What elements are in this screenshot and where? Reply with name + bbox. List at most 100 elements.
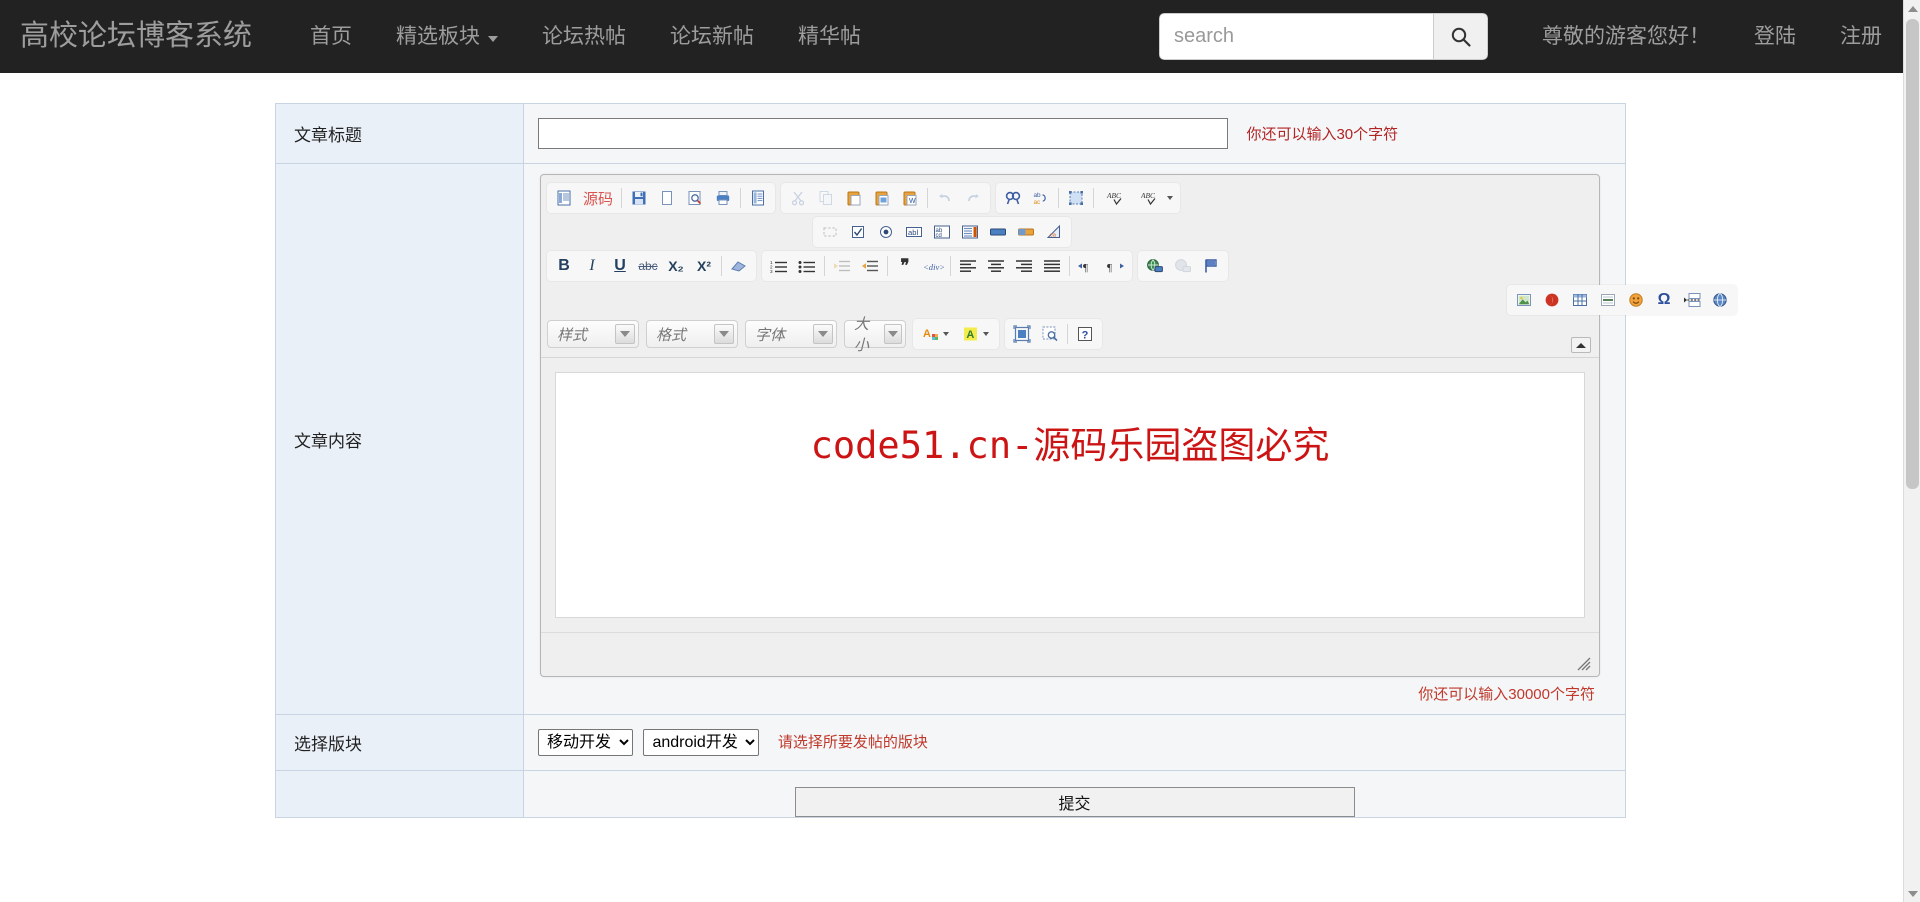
size-combo[interactable]: 大小 [844,316,906,354]
insert-flash-icon[interactable] [1538,287,1566,313]
toolbar-separator [721,256,722,276]
button-icon[interactable] [984,219,1012,245]
textarea-icon[interactable]: ab cd [928,219,956,245]
submit-button[interactable]: 提交 [794,787,1355,817]
board-primary-select[interactable]: 移动开发 [538,729,633,756]
insert-table-icon[interactable] [1566,287,1594,313]
checkbox-icon[interactable] [844,219,872,245]
undo-icon[interactable] [931,185,959,211]
italic-icon[interactable]: I [578,253,606,279]
subscript-icon[interactable]: X₂ [662,253,690,279]
new-page-icon[interactable] [653,185,681,211]
board-secondary-select[interactable]: android开发 [643,729,760,756]
hidden-field-icon[interactable]: ca [1040,219,1068,245]
radio-icon[interactable] [872,219,900,245]
chevron-down-icon [1167,196,1174,200]
insert-image-icon[interactable] [1510,287,1538,313]
scrollbar-thumb[interactable] [1906,19,1919,489]
nav-item-home[interactable]: 首页 [288,26,374,47]
find-icon[interactable] [999,185,1027,211]
paste-text-icon[interactable] [868,185,896,211]
save-icon[interactable] [625,185,653,211]
svg-text:ABC: ABC [1141,191,1155,200]
templates-icon[interactable] [744,185,772,211]
nav-item-featured-boards[interactable]: 精选板块 [374,26,520,47]
styles-combo-label: 样式 [557,326,588,344]
background-color-icon[interactable]: A [956,321,996,347]
align-justify-icon[interactable] [1038,253,1066,279]
strikethrough-icon[interactable]: abc [634,253,662,279]
nav-item-new-posts-label: 论坛新帖 [670,25,755,48]
select-all-icon[interactable] [1062,185,1090,211]
align-right-icon[interactable] [1010,253,1038,279]
chevron-down-icon [714,324,734,344]
align-center-icon[interactable] [982,253,1010,279]
format-combo[interactable]: 格式 [646,320,738,348]
register-link[interactable]: 注册 [1818,26,1904,47]
select-field-glyph [962,225,978,239]
paste-icon[interactable] [840,185,868,211]
print-icon[interactable] [709,185,737,211]
bold-icon[interactable]: B [550,253,578,279]
indent-icon[interactable] [856,253,884,279]
spellcheck-icon[interactable]: ABC [1097,185,1137,211]
resize-handle-icon[interactable] [1577,657,1591,671]
select-field-icon[interactable] [956,219,984,245]
collapse-toolbar-icon[interactable] [1571,337,1591,353]
document-icon[interactable] [550,185,578,211]
nav-item-new-posts[interactable]: 论坛新帖 [648,26,776,47]
font-combo[interactable]: 字体 [745,320,837,348]
ckeditor-footer [541,632,1599,676]
styles-combo[interactable]: 样式 [547,320,639,348]
create-div-icon[interactable]: <div> [919,253,947,279]
bulleted-list-icon[interactable] [793,253,821,279]
outdent-icon[interactable] [828,253,856,279]
nav-item-hot-posts[interactable]: 论坛热帖 [520,26,648,47]
special-char-icon[interactable]: Ω [1650,287,1678,313]
smiley-icon[interactable] [1622,287,1650,313]
replace-icon[interactable]: ab ac [1027,185,1055,211]
chevron-down-icon [943,332,949,336]
login-link[interactable]: 登陆 [1732,26,1818,47]
remove-format-icon[interactable] [725,253,753,279]
preview-icon[interactable] [681,185,709,211]
blockquote-icon[interactable]: ❞ [891,253,919,279]
horizontal-rule-icon[interactable] [1594,287,1622,313]
text-color-icon[interactable]: A [916,321,956,347]
scroll-up-arrow-icon[interactable] [1904,0,1920,17]
nav-item-essence-posts[interactable]: 精华帖 [776,26,883,47]
about-icon[interactable]: ? [1071,321,1099,347]
ckeditor-content-area[interactable]: code51.cn-源码乐园盗图必究 [555,372,1585,618]
page-break-icon[interactable] [1678,287,1706,313]
cut-icon[interactable] [784,185,812,211]
show-blocks-icon[interactable] [1036,321,1064,347]
redo-icon[interactable] [959,185,987,211]
unlink-icon[interactable] [1169,253,1197,279]
scroll-down-arrow-icon[interactable] [1904,885,1920,902]
site-brand[interactable]: 高校论坛博客系统 [20,22,252,51]
superscript-icon[interactable]: X² [690,253,718,279]
anchor-icon[interactable] [1197,253,1225,279]
source-button[interactable]: 源码 [578,188,618,209]
align-left-icon[interactable] [954,253,982,279]
article-title-input[interactable] [538,118,1228,149]
copy-icon[interactable] [812,185,840,211]
superscript-glyph: X² [697,258,711,274]
underline-icon[interactable]: U [606,253,634,279]
textfield-icon[interactable]: abl [900,219,928,245]
link-icon[interactable] [1141,253,1169,279]
rtl-icon[interactable]: ¶ [1101,253,1129,279]
iframe-icon[interactable] [1706,287,1734,313]
page-scrollbar[interactable] [1903,0,1920,902]
unlink-glyph [1175,259,1191,273]
spellcheck-options-icon[interactable]: ABC [1137,185,1177,211]
templates-glyph [752,190,765,206]
image-button-icon[interactable] [1012,219,1040,245]
search-button[interactable] [1433,13,1488,60]
numbered-list-icon[interactable]: 1 2 3 [765,253,793,279]
ltr-icon[interactable]: ¶ [1073,253,1101,279]
maximize-icon[interactable] [1008,321,1036,347]
search-input[interactable] [1159,13,1433,60]
form-icon[interactable] [816,219,844,245]
paste-word-icon[interactable]: W [896,185,924,211]
